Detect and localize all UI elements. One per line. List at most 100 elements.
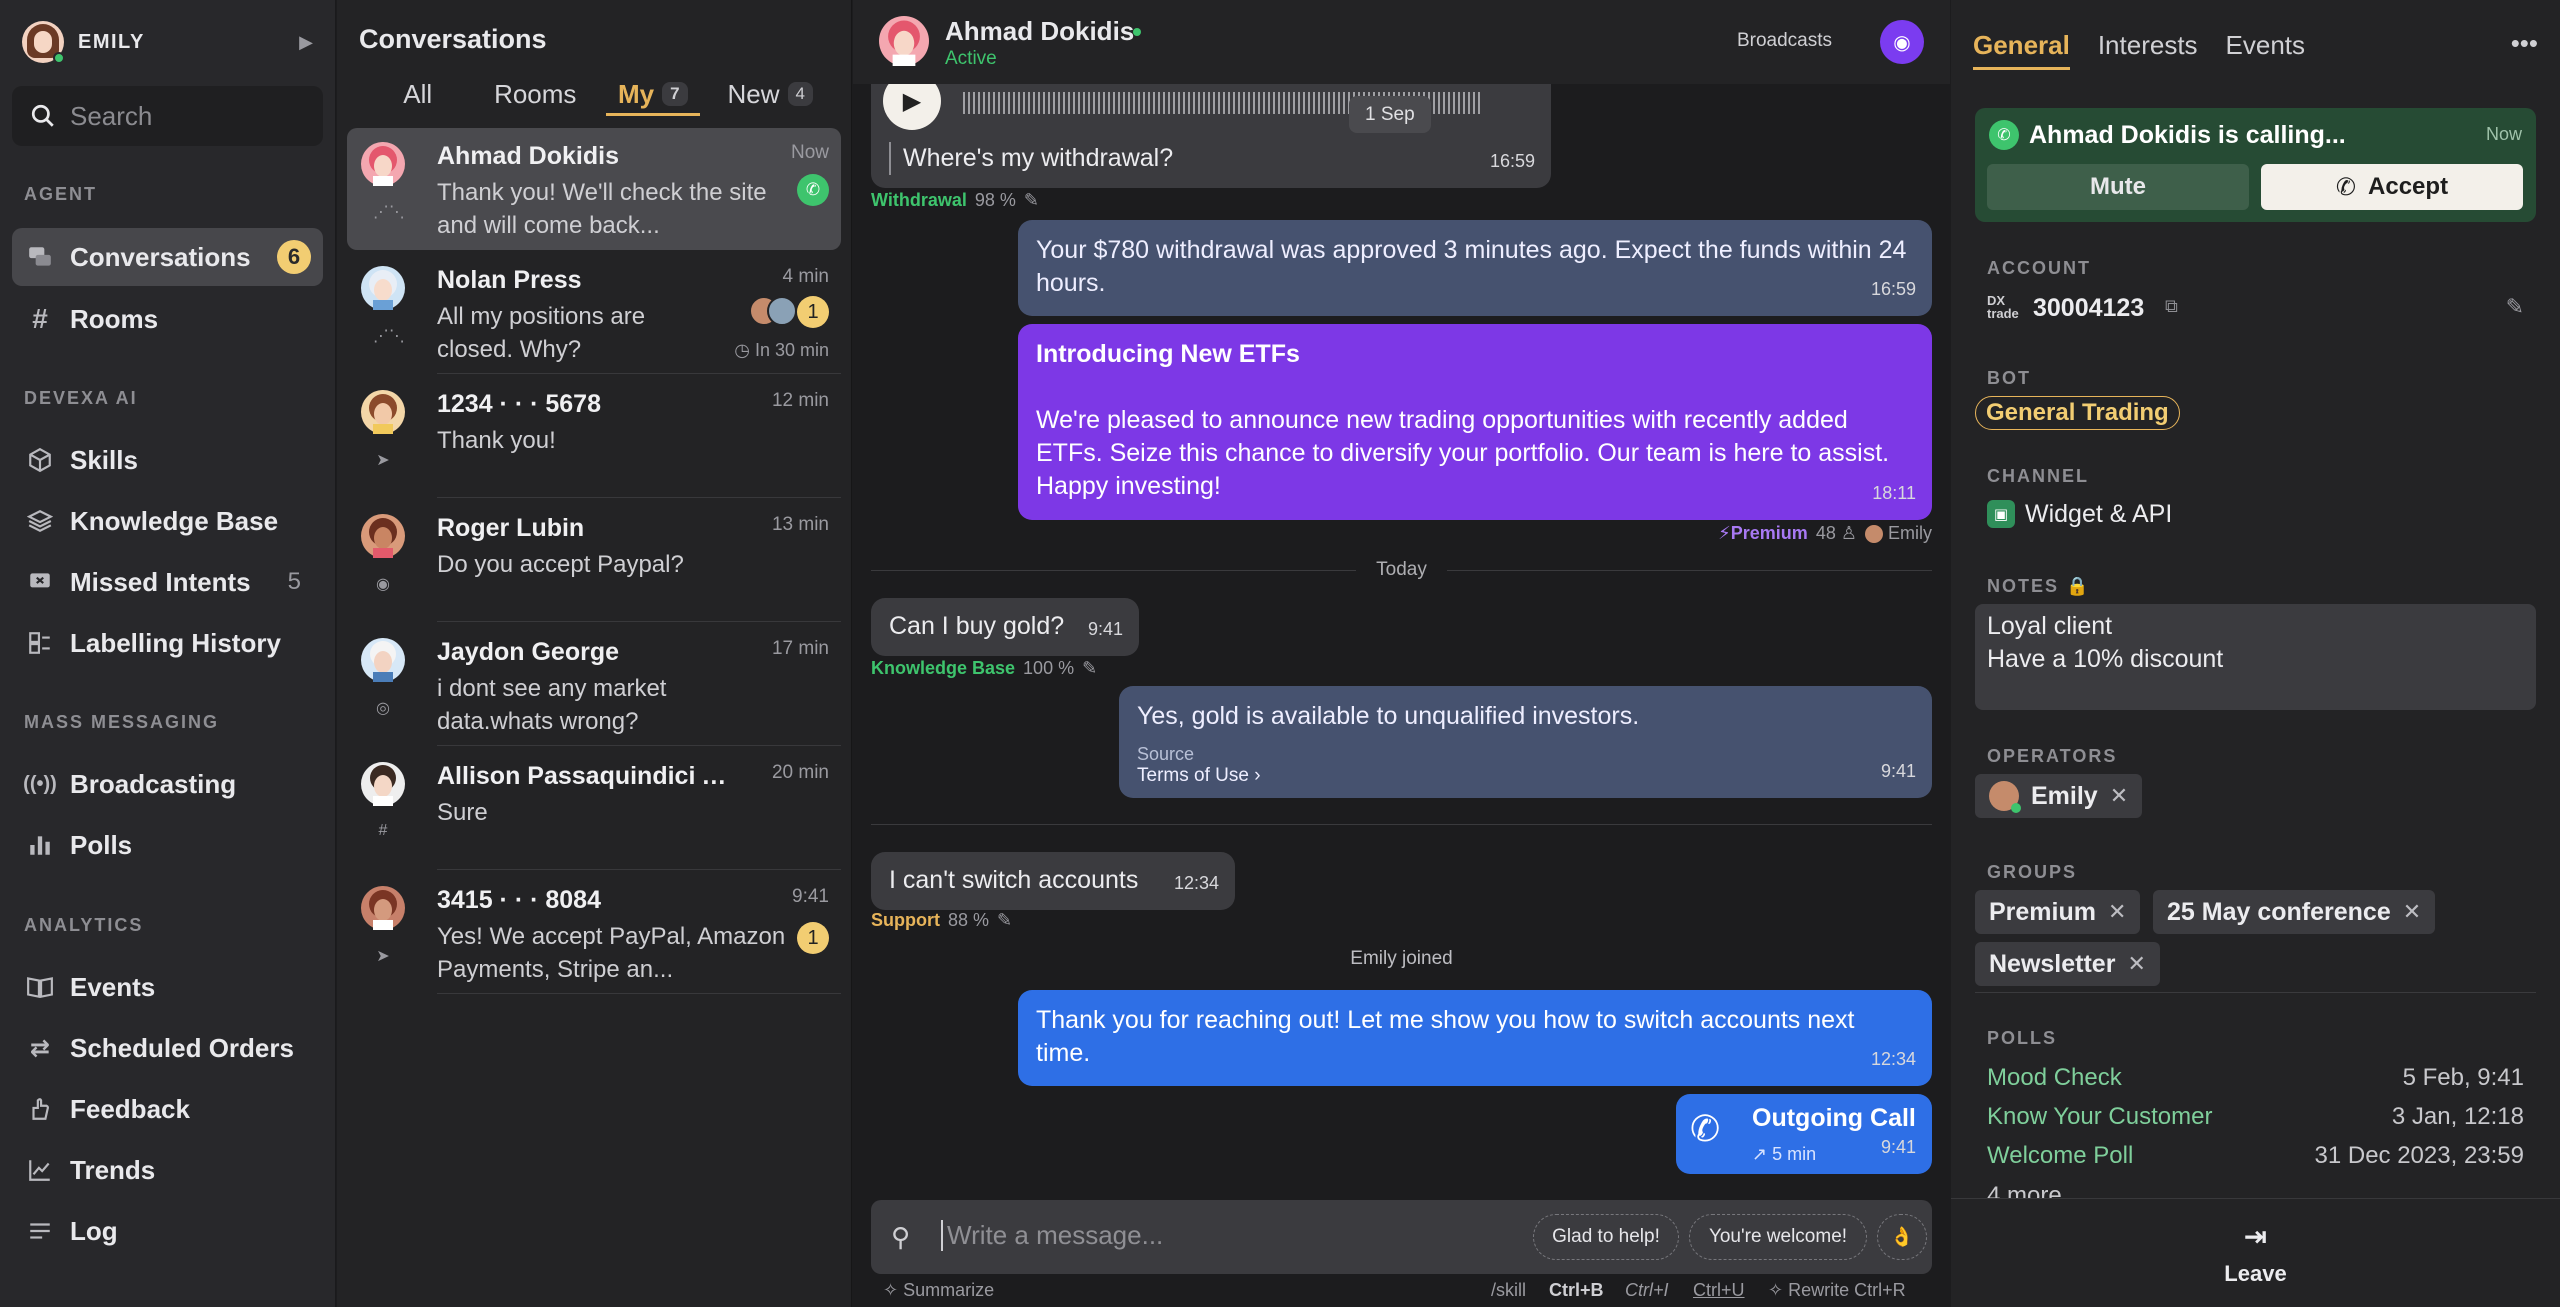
- notes-field[interactable]: Loyal client Have a 10% discount: [1975, 604, 2536, 710]
- timestamp: 9:41: [792, 886, 829, 907]
- group-chip: Premium ✕: [1975, 890, 2141, 934]
- quick-reply[interactable]: Glad to help!: [1533, 1214, 1679, 1260]
- attach-icon[interactable]: ⚲: [891, 1222, 910, 1253]
- scheduled: ◷ In 30 min: [734, 340, 829, 361]
- widget-icon: ⋰⋱: [373, 328, 405, 345]
- poll-row[interactable]: Mood Check 5 Feb, 9:41: [1987, 1064, 2524, 1098]
- call-duration-value: 5 min: [1772, 1144, 1817, 1164]
- caret-right-icon[interactable]: ▶: [299, 32, 313, 53]
- edit-icon[interactable]: ✎: [1024, 190, 1039, 211]
- contact-name: Jaydon George: [437, 638, 619, 666]
- mute-button[interactable]: Mute: [1987, 164, 2249, 210]
- sidebar-item-events[interactable]: Events: [12, 958, 323, 1016]
- avatar: [361, 638, 405, 682]
- list-item[interactable]: ➤ 3415 · · · 8084 9:41 Yes! We accept Pa…: [347, 872, 841, 994]
- remove-icon[interactable]: ✕: [2127, 951, 2145, 977]
- sidebar-item-conversations[interactable]: Conversations 6: [12, 228, 323, 286]
- user-menu[interactable]: EMILY ▶: [22, 20, 313, 64]
- edit-icon[interactable]: ✎: [997, 910, 1012, 931]
- list-item[interactable]: ⋰⋱ Ahmad Dokidis Now Thank you! We'll ch…: [347, 128, 841, 250]
- intent-tag[interactable]: Withdrawal: [871, 190, 967, 211]
- divider: [437, 621, 841, 622]
- clock-icon: ◷: [734, 340, 755, 360]
- timestamp: 13 min: [771, 514, 829, 535]
- whatsapp-icon: ◎: [376, 700, 390, 717]
- tab-label: New: [727, 78, 780, 109]
- intent-meta: Withdrawal 98 % ✎: [871, 190, 1039, 211]
- remove-icon[interactable]: ✕: [2110, 783, 2128, 809]
- tab-my[interactable]: My 7: [594, 72, 712, 116]
- poll-row[interactable]: Welcome Poll 31 Dec 2023, 23:59: [1987, 1142, 2524, 1176]
- copy-icon[interactable]: ⧉: [2165, 296, 2178, 317]
- quick-reply[interactable]: You're welcome!: [1689, 1214, 1867, 1260]
- arrows-icon: ⇄: [29, 1034, 51, 1062]
- tab-rooms[interactable]: Rooms: [477, 72, 595, 116]
- sidebar-item-feedback[interactable]: Feedback: [12, 1080, 323, 1138]
- online-indicator: [1133, 28, 1141, 36]
- tab-events[interactable]: Events: [2226, 30, 2306, 70]
- date-label: Today: [1376, 559, 1427, 580]
- more-icon[interactable]: •••: [2511, 28, 2538, 59]
- intent-tag[interactable]: Knowledge Base: [871, 658, 1015, 679]
- message-input[interactable]: Write a message...: [941, 1220, 1163, 1251]
- sidebar-item-polls[interactable]: Polls: [12, 816, 323, 874]
- sidebar-item-scheduled-orders[interactable]: ⇄ Scheduled Orders: [12, 1019, 323, 1077]
- summarize-button[interactable]: ✧ Summarize: [883, 1280, 994, 1301]
- premium-tag[interactable]: ⚡Premium: [1718, 523, 1808, 544]
- bot-chip[interactable]: General Trading: [1975, 396, 2180, 430]
- sidebar-item-rooms[interactable]: # Rooms: [12, 290, 323, 348]
- sidebar-item-skills[interactable]: Skills: [12, 431, 323, 489]
- sidebar-item-trends[interactable]: Trends: [12, 1141, 323, 1199]
- list-item[interactable]: # Allison Passaquindici Ar... 20 min Sur…: [347, 748, 841, 870]
- eye-icon[interactable]: ◉: [1880, 20, 1924, 64]
- source-link[interactable]: Terms of Use ›: [1137, 765, 1914, 787]
- contact-name: Allison Passaquindici Ar...: [437, 762, 737, 790]
- divider: [437, 745, 841, 746]
- discord-icon: ◉: [376, 576, 390, 593]
- tab-new[interactable]: New 4: [712, 72, 830, 116]
- avatar: [1989, 781, 2021, 813]
- message-preview: All my positions are closed. Why?: [437, 303, 646, 363]
- edit-icon[interactable]: ✎: [1082, 658, 1097, 679]
- avatar: [361, 390, 405, 434]
- message-preview: Thank you! We'll check the site and will…: [437, 179, 767, 239]
- list-item[interactable]: ⋰⋱ Nolan Press 4 min All my positions ar…: [347, 252, 841, 374]
- chat-contact-name: Ahmad Dokidis: [945, 16, 1135, 46]
- remove-icon[interactable]: ✕: [2108, 899, 2126, 925]
- search-input[interactable]: Search: [12, 86, 323, 146]
- list-item[interactable]: ◉ Roger Lubin 13 min Do you accept Paypa…: [347, 500, 841, 622]
- rewrite-button[interactable]: ✧ Rewrite Ctrl+R: [1768, 1280, 1906, 1301]
- avatar: [361, 514, 405, 558]
- tab-interests[interactable]: Interests: [2098, 30, 2198, 70]
- list-item[interactable]: ◎ Jaydon George 17 min i dont see any ma…: [347, 624, 841, 746]
- more-polls-link[interactable]: 4 more: [1987, 1182, 2062, 1198]
- intent-meta: Knowledge Base 100 % ✎: [871, 658, 1097, 679]
- message-outgoing: Thank you for reaching out! Let me show …: [1018, 990, 1932, 1086]
- sidebar-item-log[interactable]: Log: [12, 1202, 323, 1260]
- channel-value: Widget & API: [2025, 500, 2173, 528]
- sidebar-item-broadcasting[interactable]: ((•)) Broadcasting: [12, 755, 323, 813]
- bold-hint[interactable]: Ctrl+B: [1549, 1280, 1604, 1301]
- remove-icon[interactable]: ✕: [2403, 899, 2421, 925]
- message-outgoing: Yes, gold is available to unqualified in…: [1119, 686, 1932, 798]
- italic-hint[interactable]: Ctrl+I: [1625, 1280, 1669, 1301]
- leave-button[interactable]: ⇥ Leave: [1951, 1198, 2560, 1307]
- sidebar-item-labelling-history[interactable]: Labelling History: [12, 614, 323, 672]
- sender-name: Emily: [1888, 523, 1932, 543]
- sidebar-item-knowledge-base[interactable]: Knowledge Base: [12, 492, 323, 550]
- group-name: 25 May conference: [2167, 897, 2391, 926]
- tab-all[interactable]: All: [359, 72, 477, 116]
- sidebar-item-missed-intents[interactable]: Missed Intents 5: [12, 553, 323, 611]
- phone-icon: ✆: [1690, 1108, 1721, 1149]
- edit-icon[interactable]: ✎: [2506, 294, 2524, 320]
- phone-icon: ✆: [1989, 120, 2019, 150]
- accept-button[interactable]: ✆ Accept: [2261, 164, 2523, 210]
- intent-tag[interactable]: Support: [871, 910, 940, 931]
- quick-reply[interactable]: 👌: [1877, 1214, 1927, 1260]
- poll-row[interactable]: Know Your Customer 3 Jan, 12:18: [1987, 1103, 2524, 1137]
- note-line: Have a 10% discount: [1987, 645, 2224, 673]
- list-item[interactable]: ➤ 1234 · · · 5678 12 min Thank you!: [347, 376, 841, 498]
- underline-hint[interactable]: Ctrl+U: [1693, 1280, 1745, 1301]
- notes-label-text: NOTES: [1987, 576, 2060, 596]
- tab-general[interactable]: General: [1973, 30, 2070, 70]
